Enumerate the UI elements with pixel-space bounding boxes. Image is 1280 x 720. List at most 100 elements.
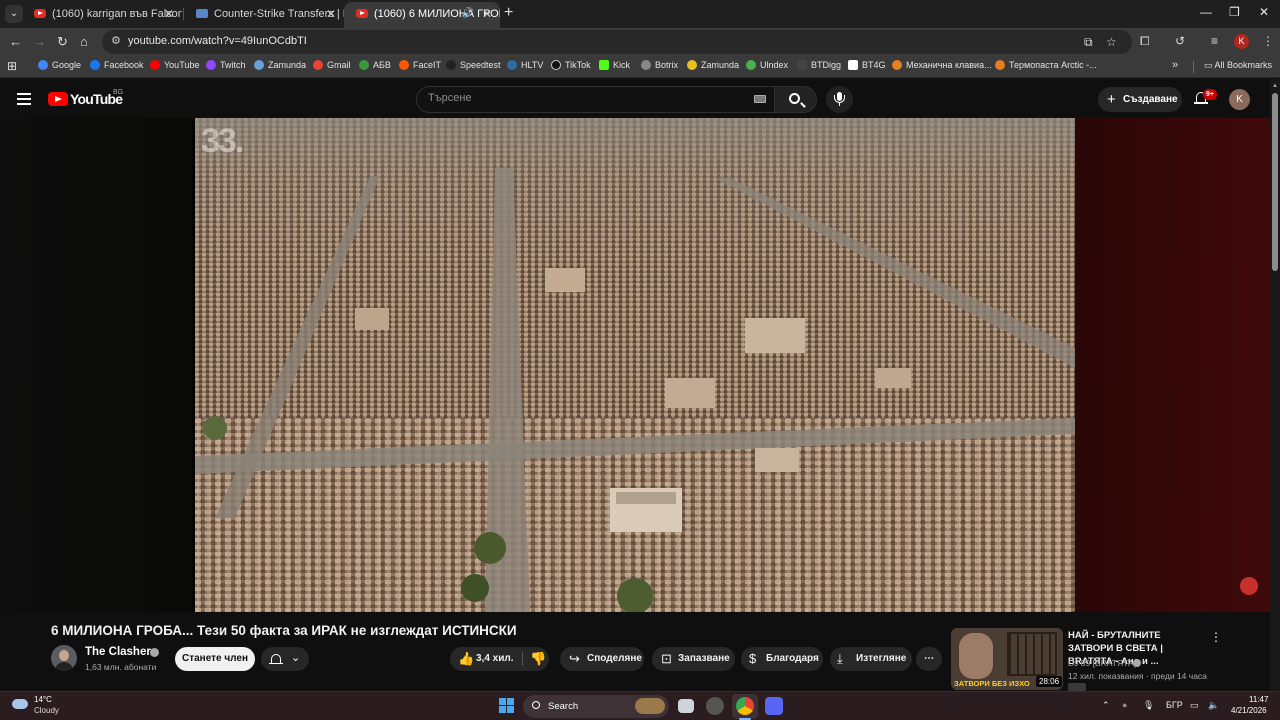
- bookmark-kick[interactable]: Kick: [599, 60, 630, 70]
- extensions-icon[interactable]: ⧠: [1140, 34, 1150, 49]
- new-tab-button[interactable]: +: [504, 4, 513, 22]
- task-view-icon[interactable]: [678, 699, 694, 713]
- channel-name[interactable]: The Clashers: [85, 646, 157, 658]
- bookmark-btdigg[interactable]: BTDigg: [797, 60, 841, 70]
- network-icon[interactable]: ▭: [1190, 700, 1199, 711]
- thumbs-up-icon[interactable]: 👍: [458, 647, 474, 671]
- menu-kebab-icon[interactable]: ⋮: [1262, 34, 1274, 48]
- microphone-tray-icon[interactable]: 🎙: [1143, 700, 1154, 711]
- subscription-notifications-button[interactable]: ⌄: [261, 647, 309, 671]
- thanks-button[interactable]: $ Благодаря: [741, 647, 823, 671]
- hamburger-menu-icon[interactable]: [17, 93, 31, 108]
- thanks-dollar-icon: $: [749, 651, 757, 666]
- more-bookmarks-icon[interactable]: »: [1172, 59, 1178, 71]
- tab-search-button[interactable]: ⌄: [5, 5, 23, 23]
- close-tab-icon[interactable]: ✕: [326, 2, 336, 26]
- like-count[interactable]: 3,4 хил.: [476, 647, 514, 671]
- download-button[interactable]: ⤓ Изтегляне: [830, 647, 912, 671]
- bookmark-faceit[interactable]: FaceIT: [399, 60, 441, 70]
- bookmark-facebook[interactable]: Facebook: [90, 60, 144, 70]
- profile-avatar[interactable]: K: [1234, 34, 1249, 49]
- create-button[interactable]: + Създаване: [1098, 87, 1182, 112]
- history-icon[interactable]: ↺: [1175, 34, 1185, 48]
- address-bar[interactable]: ⚙ youtube.com/watch?v=49IunOCdbTI ⧉ ☆: [102, 30, 1132, 54]
- recommendation-menu-icon[interactable]: ⋮: [1210, 630, 1222, 644]
- bell-icon: [271, 654, 281, 663]
- video-player[interactable]: 33.: [195, 118, 1075, 612]
- account-avatar[interactable]: K: [1229, 89, 1250, 110]
- taskbar-search[interactable]: Search: [523, 695, 669, 718]
- url-text[interactable]: youtube.com/watch?v=49IunOCdbTI: [128, 35, 307, 47]
- bookmark-tiktok[interactable]: TikTok: [551, 60, 591, 70]
- voice-search-button[interactable]: [826, 86, 853, 113]
- bookmark-zamunda[interactable]: Zamunda: [254, 60, 306, 70]
- all-bookmarks-folder[interactable]: ▭ All Bookmarks: [1204, 60, 1272, 71]
- close-tab-icon[interactable]: ✕: [482, 2, 492, 26]
- join-button[interactable]: Станете член: [175, 647, 255, 671]
- discord-icon[interactable]: [765, 697, 783, 715]
- scrollbar-thumb[interactable]: [1272, 93, 1278, 271]
- hltv-favicon-icon: [196, 9, 208, 18]
- chrome-icon[interactable]: [736, 697, 754, 715]
- search-button[interactable]: [775, 86, 817, 113]
- speaker-icon[interactable]: 🔊: [462, 2, 474, 26]
- clock-time[interactable]: 11:47: [1249, 695, 1268, 704]
- save-playlist-icon: ⊡: [661, 651, 672, 666]
- bookmark-gmail[interactable]: Gmail: [313, 60, 351, 70]
- channel-avatar[interactable]: [51, 645, 77, 671]
- scroll-up-icon[interactable]: ▲: [1272, 83, 1278, 89]
- site-info-icon[interactable]: ⚙: [111, 34, 121, 47]
- window-close-icon[interactable]: ✕: [1259, 5, 1269, 19]
- tab-hltv[interactable]: Counter-Strike Transfers | HLTV ✕: [184, 2, 344, 28]
- bookmark-twitch[interactable]: Twitch: [206, 60, 246, 70]
- bookmark-youtube[interactable]: YouTube: [150, 60, 199, 70]
- search-input[interactable]: [428, 92, 728, 104]
- forward-icon[interactable]: →: [33, 34, 46, 49]
- download-icon: ⤓: [837, 651, 843, 666]
- bookmark-ulndex[interactable]: Ulndex: [746, 60, 788, 70]
- share-button[interactable]: ↪ Споделяне: [560, 647, 644, 671]
- keyboard-icon[interactable]: [754, 95, 766, 103]
- bookmark-thermal-paste[interactable]: Термопаста Arctic -...: [995, 60, 1097, 70]
- apps-grid-icon[interactable]: ⊞: [7, 59, 17, 73]
- floating-ad-icon[interactable]: [1240, 577, 1258, 595]
- restore-icon[interactable]: ❐: [1229, 5, 1240, 19]
- youtube-logo-icon[interactable]: [48, 92, 68, 106]
- bookmark-zamunda-2[interactable]: Zamunda: [687, 60, 739, 70]
- weather-condition[interactable]: Cloudy: [34, 706, 59, 715]
- notifications-badge: 9+: [1203, 89, 1217, 100]
- close-tab-icon[interactable]: ✕: [164, 2, 174, 26]
- steam-icon[interactable]: [706, 697, 724, 715]
- bookmark-bt4g[interactable]: BT4G: [848, 60, 886, 70]
- bookmark-abv[interactable]: АБВ: [359, 60, 391, 70]
- tab-karrigan[interactable]: (1060) karrigan във Falcons?! F ✕: [22, 2, 182, 28]
- bookmark-speedtest[interactable]: Speedtest: [446, 60, 501, 70]
- input-language[interactable]: БГР: [1166, 700, 1183, 710]
- reload-icon[interactable]: ↻: [57, 34, 68, 50]
- tray-app-icon[interactable]: ●: [1122, 700, 1127, 710]
- bookmark-star-icon[interactable]: ☆: [1106, 35, 1117, 49]
- bookmark-google[interactable]: Google: [38, 60, 81, 70]
- subscriber-count: 1,63 млн. абонати: [85, 662, 157, 672]
- home-icon[interactable]: ⌂: [80, 34, 88, 49]
- weather-temperature[interactable]: 14°C: [34, 695, 52, 704]
- tray-overflow-icon[interactable]: ⌃: [1102, 700, 1110, 711]
- tab-active-video[interactable]: (1060) 6 МИЛИОНА ГРОБА 🔊 ✕: [344, 2, 500, 28]
- bookmark-hltv[interactable]: HLTV: [507, 60, 543, 70]
- install-app-icon[interactable]: ⧉: [1084, 35, 1093, 50]
- back-icon[interactable]: ←: [9, 34, 22, 49]
- bookmark-botrix[interactable]: Botrix: [641, 60, 678, 70]
- save-button[interactable]: ⊡ Запазване: [652, 647, 735, 671]
- media-controls-icon[interactable]: ≡: [1211, 34, 1218, 48]
- clock-date[interactable]: 4/21/2026: [1231, 706, 1267, 715]
- thumbs-down-icon[interactable]: 👎: [530, 647, 546, 671]
- cloud-icon[interactable]: [12, 699, 28, 709]
- windows-start-icon[interactable]: [499, 698, 515, 714]
- volume-icon[interactable]: 🔈: [1208, 700, 1219, 711]
- minimize-icon[interactable]: —: [1200, 5, 1212, 19]
- more-actions-button[interactable]: ⋯: [916, 647, 942, 671]
- bookmark-keyboard[interactable]: Механична клавиа...: [892, 60, 992, 70]
- recommendation-meta: 12 хил. показвания · преди 14 часа: [1068, 671, 1207, 681]
- recommendation-channel[interactable]: DJ 89 [BRATЯТА]: [1068, 658, 1136, 668]
- windows-taskbar: 14°C Cloudy Search ⌃ ● 🎙 БГР ▭ 🔈 11:47 4…: [0, 691, 1280, 720]
